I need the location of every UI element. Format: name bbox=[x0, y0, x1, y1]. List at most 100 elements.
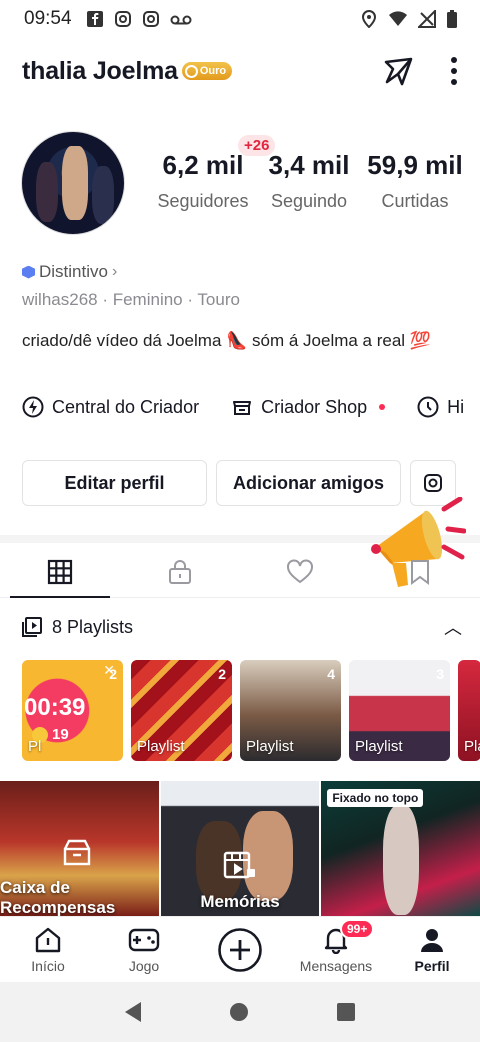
badge-icon bbox=[22, 265, 35, 279]
close-icon[interactable]: ✕ bbox=[103, 662, 115, 679]
wifi-icon bbox=[389, 11, 407, 26]
facebook-icon bbox=[86, 11, 103, 27]
plus-circle-icon bbox=[218, 927, 262, 972]
stat-followers[interactable]: 6,2 mil Seguidores bbox=[150, 150, 256, 220]
playlist-card[interactable]: 2 Playlist bbox=[131, 660, 232, 761]
profile-avatar[interactable] bbox=[21, 131, 125, 235]
film-icon bbox=[223, 851, 255, 879]
history-label: Hi bbox=[447, 396, 465, 417]
heart-icon bbox=[287, 559, 313, 583]
gift-box-icon bbox=[63, 839, 91, 866]
shop-icon bbox=[233, 401, 252, 415]
clock-icon bbox=[417, 396, 439, 418]
playlists-row: 2 ✕ 00:39 19 Pl 2 Playlist 4 Playlist 3 … bbox=[22, 660, 480, 761]
tab-videos[interactable] bbox=[0, 546, 120, 598]
instagram-icon bbox=[424, 474, 442, 492]
nav-game[interactable]: Jogo bbox=[96, 917, 192, 982]
playlists-header[interactable]: 8 Playlists ︿ bbox=[22, 614, 462, 640]
voicemail-icon bbox=[170, 15, 192, 25]
recent-apps-icon[interactable] bbox=[337, 1003, 356, 1021]
playlist-count: 2 bbox=[218, 666, 226, 682]
stat-label: Seguindo bbox=[270, 191, 348, 211]
tab-private[interactable] bbox=[120, 546, 240, 597]
nav-profile-label: Perfil bbox=[414, 957, 450, 974]
home-icon bbox=[35, 927, 61, 952]
nav-messages[interactable]: 99+ Mensagens bbox=[288, 917, 384, 982]
share-icon[interactable] bbox=[382, 54, 416, 88]
distintivo-label: Distintivo bbox=[39, 262, 108, 281]
chevron-up-icon[interactable]: ︿ bbox=[444, 614, 462, 640]
gold-badge-label: Ouro bbox=[199, 65, 227, 77]
video-caption: Memórias bbox=[200, 892, 280, 911]
tab-saved[interactable] bbox=[360, 546, 480, 597]
instagram-icon bbox=[142, 11, 159, 27]
person-icon bbox=[421, 928, 443, 952]
countdown-timer: 00:39 bbox=[24, 694, 86, 721]
system-navigation bbox=[0, 982, 480, 1042]
profile-stats: 6,2 mil Seguidores 3,4 mil Seguindo 59,9… bbox=[150, 150, 468, 220]
profile-meta: wilhas268 · Feminino · Touro bbox=[22, 290, 240, 309]
nav-create[interactable] bbox=[192, 917, 288, 982]
stat-following[interactable]: 3,4 mil Seguindo bbox=[256, 150, 362, 220]
gamepad-icon bbox=[128, 928, 160, 951]
stat-label: Curtidas bbox=[381, 191, 449, 211]
video-grid: Caixa de Recompensas Memórias Fixado no … bbox=[0, 781, 480, 916]
playlist-icon bbox=[22, 617, 42, 637]
creator-shop-label: Criador Shop bbox=[261, 396, 368, 417]
pinned-badge: Fixado no topo bbox=[327, 789, 424, 807]
more-options-icon[interactable] bbox=[450, 56, 458, 86]
edit-profile-button[interactable]: Editar perfil bbox=[22, 460, 207, 506]
profile-header: thalia Joelma Ouro bbox=[0, 50, 480, 92]
battery-icon bbox=[447, 10, 457, 28]
nav-home[interactable]: Início bbox=[0, 917, 96, 982]
content-tabs bbox=[0, 546, 480, 598]
playlists-count: 8 Playlists bbox=[52, 616, 134, 637]
gold-badge[interactable]: Ouro bbox=[181, 62, 233, 80]
stat-likes[interactable]: 59,9 mil Curtidas bbox=[362, 150, 468, 220]
signal-icon bbox=[418, 10, 436, 28]
back-icon[interactable] bbox=[124, 1002, 141, 1022]
playlist-count: 3 bbox=[436, 666, 444, 682]
playlist-label: Pl bbox=[28, 738, 42, 755]
video-thumbnail[interactable]: Fixado no topo bbox=[321, 781, 480, 916]
coin-icon bbox=[184, 64, 198, 78]
creator-tools-row: Central do Criador Criador Shop Hi bbox=[22, 396, 480, 418]
bottom-navigation: Início Jogo 99+ Mensagens Perfil bbox=[0, 916, 480, 982]
bookmark-icon bbox=[411, 559, 429, 585]
playlist-count: 4 bbox=[327, 666, 335, 682]
profile-bio: criado/dê vídeo dá Joelma 👠 sóm á Joelma… bbox=[22, 331, 431, 350]
creator-center-label: Central do Criador bbox=[52, 396, 200, 417]
instagram-icon bbox=[114, 11, 131, 27]
coin-value: 19 bbox=[52, 726, 69, 743]
video-thumbnail[interactable]: Memórias bbox=[160, 781, 320, 916]
playlist-card[interactable]: Pla bbox=[458, 660, 480, 761]
notification-dot bbox=[379, 404, 386, 410]
stat-value: 6,2 mil bbox=[162, 150, 244, 180]
nav-messages-label: Mensagens bbox=[299, 957, 373, 974]
stat-value: 3,4 mil bbox=[268, 150, 350, 180]
creator-shop-link[interactable]: Criador Shop bbox=[231, 396, 386, 418]
playlist-card[interactable]: 3 Playlist bbox=[349, 660, 450, 761]
stat-label: Seguidores bbox=[157, 191, 249, 211]
nav-game-label: Jogo bbox=[128, 957, 160, 974]
distintivo-link[interactable]: Distintivo › bbox=[22, 262, 117, 282]
status-bar: 09:54 bbox=[0, 0, 480, 38]
history-link[interactable]: Hi bbox=[417, 396, 464, 418]
chevron-right-icon: › bbox=[111, 263, 118, 280]
nav-profile[interactable]: Perfil bbox=[384, 917, 480, 982]
home-button-icon[interactable] bbox=[229, 1003, 248, 1021]
playlist-label: Playlist bbox=[137, 738, 185, 755]
profile-username: thalia Joelma bbox=[22, 56, 178, 85]
lock-icon bbox=[169, 559, 191, 584]
playlist-card[interactable]: 2 ✕ 00:39 19 Pl bbox=[22, 660, 123, 761]
creator-center-link[interactable]: Central do Criador bbox=[22, 396, 199, 418]
location-icon bbox=[361, 10, 377, 28]
lightning-icon bbox=[22, 396, 44, 418]
messages-badge: 99+ bbox=[340, 919, 375, 939]
playlist-label: Playlist bbox=[246, 738, 294, 755]
playlist-card[interactable]: 4 Playlist bbox=[240, 660, 341, 761]
tab-liked[interactable] bbox=[240, 546, 360, 597]
video-thumbnail[interactable]: Caixa de Recompensas bbox=[0, 781, 159, 916]
grid-icon bbox=[47, 559, 73, 584]
status-time: 09:54 bbox=[24, 8, 72, 29]
